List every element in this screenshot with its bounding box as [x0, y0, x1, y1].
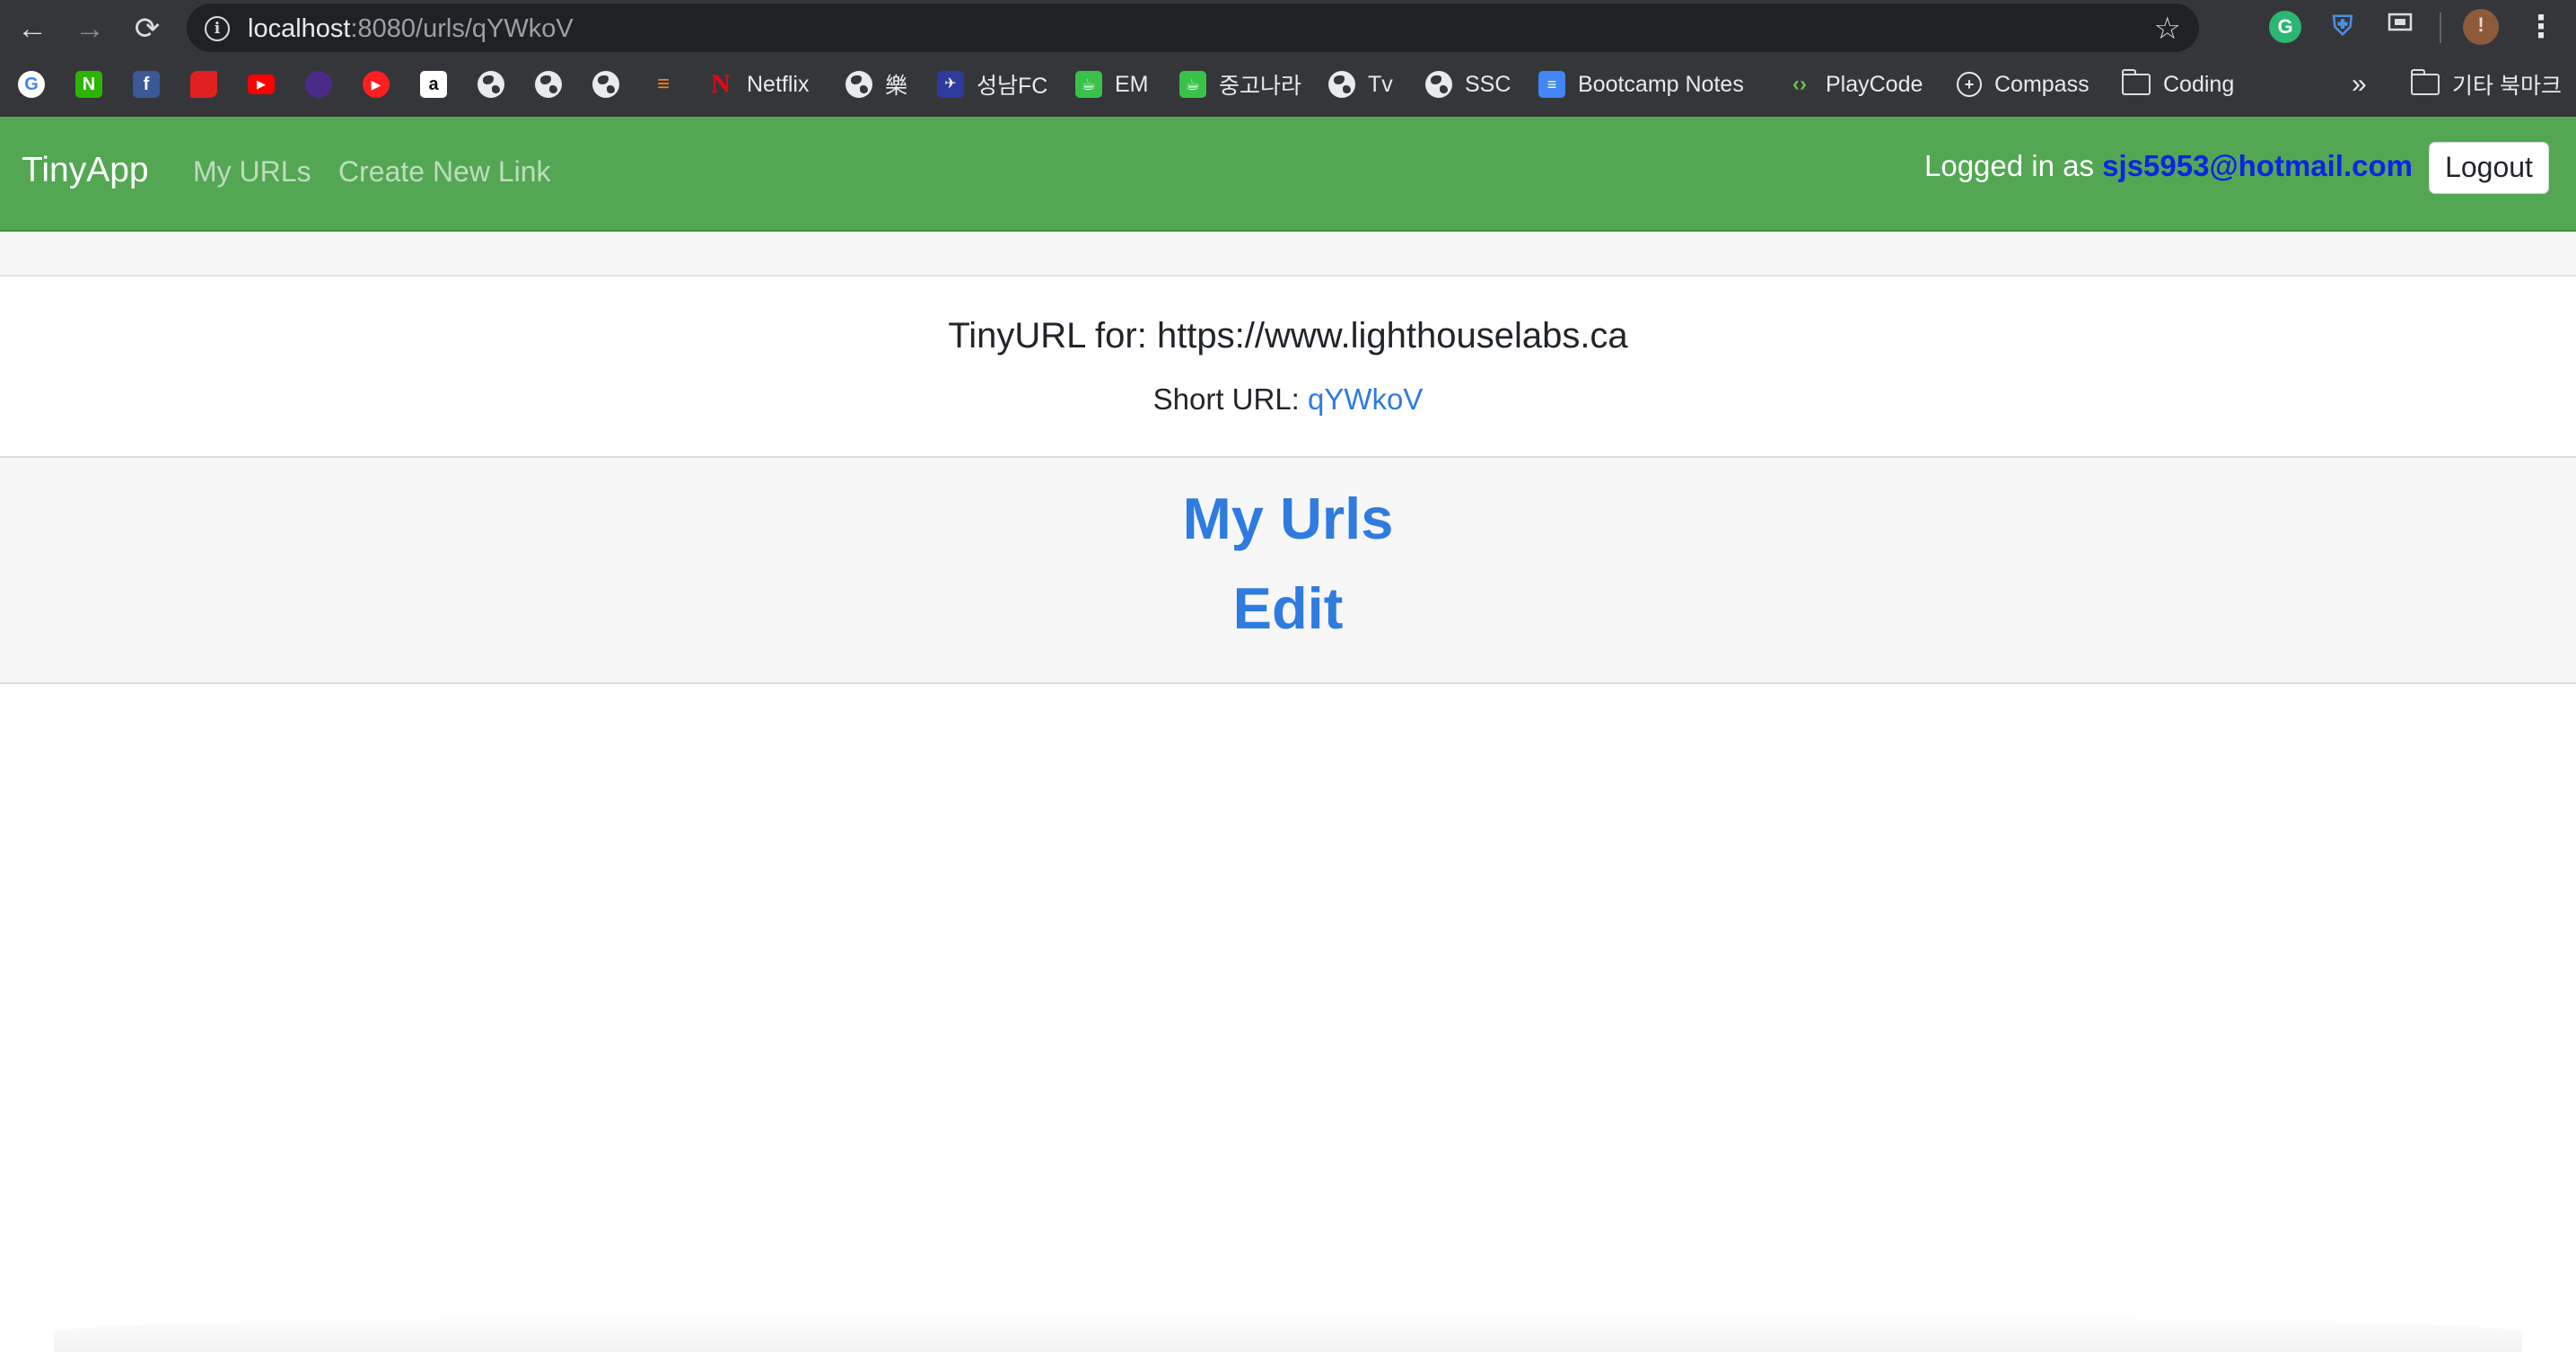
red-logo-icon [190, 71, 217, 98]
card-header [0, 232, 2576, 277]
docs-icon: ≡ [1538, 71, 1565, 98]
my-urls-link[interactable]: My Urls [0, 485, 2576, 552]
edit-link[interactable]: Edit [0, 575, 2576, 642]
bookmark-joonggonara[interactable]: ☕ 중고나라 [1179, 63, 1301, 106]
bookmark-label: Bootcamp Notes [1578, 71, 1744, 97]
bookmark-globe-rak[interactable]: 樂 [846, 63, 907, 106]
bookmark-amazon[interactable]: a [420, 63, 447, 106]
grammarly-icon[interactable]: G [2269, 11, 2301, 43]
browser-toolbar: ← → ⟳ i localhost:8080/urls/qYWkoV ☆ G ⛨… [0, 0, 2576, 56]
url-host: localhost [248, 14, 351, 43]
bookmark-naver[interactable]: N [75, 63, 102, 106]
bookmark-facebook[interactable]: f [133, 63, 160, 106]
folder-icon [2122, 69, 2151, 95]
bookmark-label: 중고나라 [1219, 74, 1302, 99]
purple-logo-icon [305, 71, 332, 98]
short-url-line: Short URL: qYWkoV [0, 382, 2576, 417]
youtube-icon: ▶ [248, 75, 275, 94]
back-arrow-icon[interactable]: ← [13, 9, 52, 48]
url-path: :8080/urls/qYWkoV [350, 14, 574, 43]
short-url-link[interactable]: qYWkoV [1308, 382, 1423, 416]
google-icon: G [18, 71, 45, 98]
reload-icon[interactable]: ⟳ [127, 9, 167, 48]
user-email-link[interactable]: sjs5953@hotmail.com [2102, 149, 2413, 182]
bookmark-em[interactable]: ☕ EM [1075, 63, 1149, 106]
bookmark-label: 樂 [885, 74, 908, 99]
folder-icon [2411, 69, 2440, 95]
bookmark-label: EM [1115, 71, 1149, 97]
shield-icon[interactable]: ⛨ [2326, 11, 2359, 43]
profile-avatar[interactable]: ! [2463, 9, 2499, 45]
bookmark-ssc[interactable]: SSC [1425, 63, 1511, 106]
nav-my-urls[interactable]: My URLs [193, 155, 311, 189]
bookmark-purple-logo[interactable] [305, 63, 332, 106]
globe-icon [478, 71, 504, 98]
bookmark-seongnam-fc[interactable]: ✈ 성남FC [937, 63, 1047, 106]
youtube-music-icon: ▶ [363, 71, 390, 98]
address-url[interactable]: localhost:8080/urls/qYWkoV [248, 14, 574, 44]
playcode-icon: ‹› [1792, 72, 1807, 96]
bookmark-youtube-music[interactable]: ▶ [363, 63, 390, 106]
other-bookmarks-label: 기타 북마크 [2452, 74, 2562, 99]
short-url-label: Short URL: [1152, 382, 1300, 416]
compass-icon: + [1957, 72, 1982, 97]
globe-icon [535, 71, 562, 98]
cast-icon[interactable] [2384, 11, 2416, 43]
bookmark-coding[interactable]: Coding [2122, 63, 2234, 106]
bookmark-playcode[interactable]: ‹› PlayCode [1786, 63, 1923, 106]
bookmark-label: Tv [1368, 71, 1393, 97]
address-bar[interactable]: i localhost:8080/urls/qYWkoV ☆ [187, 4, 2199, 52]
nav-create-new-link[interactable]: Create New Link [338, 155, 551, 189]
app-navbar: TinyApp My URLs Create New Link Logged i… [0, 117, 2576, 232]
bookmarks-bar: G N f ▶ ▶ a ≡ N Netflix 樂 ✈ 성남FC ☕ EM ☕ 중고나라… [0, 63, 2576, 106]
bookmark-label: SSC [1465, 71, 1511, 97]
bottom-shadow [54, 1312, 2522, 1352]
other-bookmarks[interactable]: 기타 북마크 [2411, 63, 2562, 106]
amazon-icon: a [420, 71, 447, 98]
toolbar-divider [2440, 13, 2441, 43]
login-status: Logged in as sjs5953@hotmail.com [1924, 149, 2413, 183]
browser-chrome: ← → ⟳ i localhost:8080/urls/qYWkoV ☆ G ⛨… [0, 0, 2576, 117]
bookmark-label: Compass [1994, 71, 2090, 97]
card-title: TinyURL for: https://www.lighthouselabs.… [948, 316, 1628, 356]
login-prefix: Logged in as [1924, 149, 2094, 182]
globe-icon [1425, 71, 1452, 98]
cafe-icon: ☕ [1075, 71, 1102, 98]
bookmark-stackoverflow[interactable]: ≡ [650, 63, 677, 106]
brand-link[interactable]: TinyApp [22, 151, 149, 190]
cafe-icon: ☕ [1179, 71, 1206, 98]
menu-kebab-icon[interactable]: ⋮ [2526, 7, 2556, 47]
card-footer: My Urls Edit [0, 458, 2576, 684]
facebook-icon: f [133, 71, 160, 98]
bookmark-label: Netflix [747, 71, 810, 97]
bookmarks-overflow-icon[interactable]: » [2352, 63, 2367, 106]
bookmark-tv[interactable]: Tv [1328, 63, 1393, 106]
bookmark-youtube[interactable]: ▶ [248, 63, 275, 106]
bookmark-red-logo[interactable] [190, 63, 217, 106]
bookmark-globe-3[interactable] [592, 63, 619, 106]
bookmark-netflix[interactable]: N Netflix [707, 63, 809, 106]
card-body: TinyURL for: https://www.lighthouselabs.… [0, 277, 2576, 458]
globe-icon [592, 71, 619, 98]
bookmark-google[interactable]: G [18, 63, 45, 106]
bookmark-label: 성남FC [977, 74, 1048, 99]
bookmark-label: PlayCode [1826, 71, 1923, 97]
bookmark-globe-1[interactable] [478, 63, 504, 106]
seongnam-fc-icon: ✈ [937, 71, 964, 98]
bookmark-compass[interactable]: + Compass [1957, 63, 2090, 106]
globe-icon [1328, 71, 1355, 98]
bookmark-label: Coding [2163, 71, 2235, 97]
bookmark-bootcamp-notes[interactable]: ≡ Bootcamp Notes [1538, 63, 1744, 106]
netflix-icon: N [711, 69, 731, 99]
stackoverflow-icon: ≡ [656, 72, 670, 96]
globe-icon [846, 71, 872, 98]
bookmark-globe-2[interactable] [535, 63, 562, 106]
naver-icon: N [75, 71, 102, 98]
forward-arrow-icon[interactable]: → [70, 9, 110, 48]
site-info-icon[interactable]: i [205, 16, 230, 41]
bookmark-star-icon[interactable]: ☆ [2154, 11, 2181, 47]
logout-button[interactable]: Logout [2429, 142, 2549, 194]
